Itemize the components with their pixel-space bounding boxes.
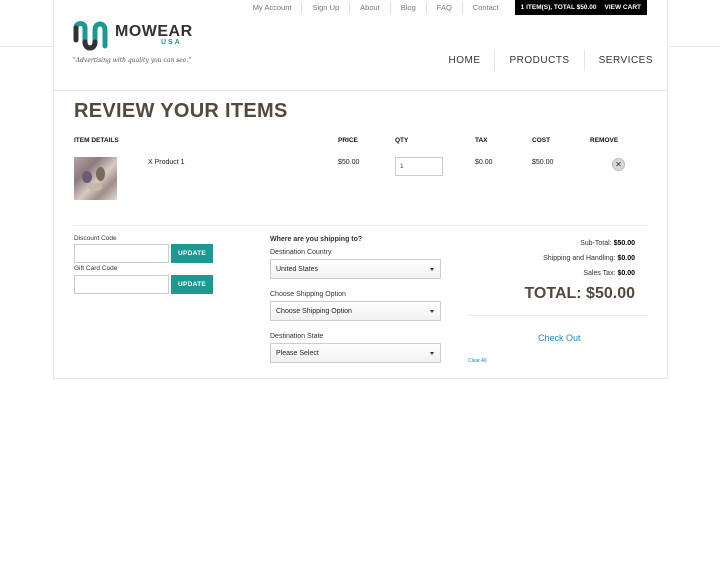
grand-total: TOTAL: $50.00 [524, 285, 635, 302]
sign-up-link[interactable]: Sign Up [302, 1, 351, 14]
table-divider [74, 225, 648, 226]
col-header-details: ITEM DETAILS [74, 137, 119, 144]
close-icon: ✕ [615, 160, 622, 169]
chevron-down-icon [430, 310, 434, 313]
utility-nav: My Account Sign Up About Blog FAQ Contac… [243, 0, 647, 15]
product-tax: $0.00 [475, 159, 493, 166]
quantity-input[interactable] [395, 157, 443, 176]
main-nav: HOME PRODUCTS SERVICES [434, 50, 667, 71]
gift-card-label: Gift Card Code [74, 265, 118, 272]
shipping-option-value: Choose Shipping Option [276, 308, 352, 315]
nav-divider [54, 90, 667, 91]
product-name[interactable]: X Product 1 [148, 159, 185, 166]
chevron-down-icon [430, 268, 434, 271]
product-thumbnail[interactable] [74, 157, 117, 200]
discount-code-input[interactable] [74, 244, 169, 263]
nav-products[interactable]: PRODUCTS [494, 50, 583, 71]
checkout-link[interactable]: Check Out [538, 333, 581, 343]
gift-card-input[interactable] [74, 275, 169, 294]
discount-code-label: Discount Code [74, 235, 117, 242]
sales-tax-line: Sales Tax: $0.00 [583, 270, 635, 277]
faq-link[interactable]: FAQ [427, 1, 463, 14]
cart-summary-text: 1 ITEM(S), TOTAL $50.00 [520, 4, 597, 11]
logo-tagline: "Advertising with quality you can see." [73, 57, 192, 64]
subtotal-label: Sub-Total: [580, 240, 612, 247]
destination-state-label: Destination State [270, 333, 324, 340]
sales-tax-label: Sales Tax: [583, 270, 616, 277]
contact-link[interactable]: Contact [463, 2, 509, 14]
blog-link[interactable]: Blog [391, 1, 427, 14]
product-price: $50.00 [338, 159, 360, 166]
clear-all-link[interactable]: Clear All [468, 358, 487, 364]
col-header-tax: TAX [475, 137, 488, 144]
destination-country-label: Destination Country [270, 249, 332, 256]
destination-country-value: United States [276, 266, 319, 273]
shipping-handling-label: Shipping and Handling: [543, 255, 616, 262]
discount-update-button[interactable]: UPDATE [171, 244, 213, 263]
gift-card-update-button[interactable]: UPDATE [171, 275, 213, 294]
col-header-qty: QTY [395, 137, 409, 144]
shipping-option-label: Choose Shipping Option [270, 291, 346, 298]
about-link[interactable]: About [350, 1, 391, 14]
col-header-price: PRICE [338, 137, 358, 144]
shipping-title: Where are you shipping to? [270, 236, 363, 243]
remove-item-button[interactable]: ✕ [612, 158, 625, 171]
subtotal-line: Sub-Total: $50.00 [580, 240, 635, 247]
my-account-link[interactable]: My Account [243, 1, 303, 14]
nav-home[interactable]: HOME [434, 50, 494, 71]
destination-state-select[interactable]: Please Select [270, 343, 441, 363]
view-cart-link[interactable]: VIEW CART [605, 4, 641, 11]
logo-mark-icon [73, 21, 108, 51]
product-cost: $50.00 [532, 159, 554, 166]
shipping-handling-line: Shipping and Handling: $0.00 [543, 255, 635, 262]
logo-subtext: USA [161, 39, 182, 46]
site-logo[interactable]: MOWEAR USA "Advertising with quality you… [73, 20, 223, 70]
destination-state-value: Please Select [276, 350, 319, 357]
nav-services[interactable]: SERVICES [583, 50, 667, 71]
subtotal-value: $50.00 [613, 240, 635, 247]
totals-divider [468, 315, 648, 316]
col-header-cost: COST [532, 137, 551, 144]
page-container: My Account Sign Up About Blog FAQ Contac… [53, 0, 668, 379]
shipping-handling-value: $0.00 [617, 255, 635, 262]
cart-summary-button[interactable]: 1 ITEM(S), TOTAL $50.00 VIEW CART [514, 0, 647, 15]
chevron-down-icon [430, 352, 434, 355]
destination-country-select[interactable]: United States [270, 259, 441, 279]
sales-tax-value: $0.00 [617, 270, 635, 277]
shipping-option-select[interactable]: Choose Shipping Option [270, 301, 441, 321]
page-title: REVIEW YOUR ITEMS [74, 100, 288, 122]
col-header-remove: REMOVE [590, 137, 619, 144]
